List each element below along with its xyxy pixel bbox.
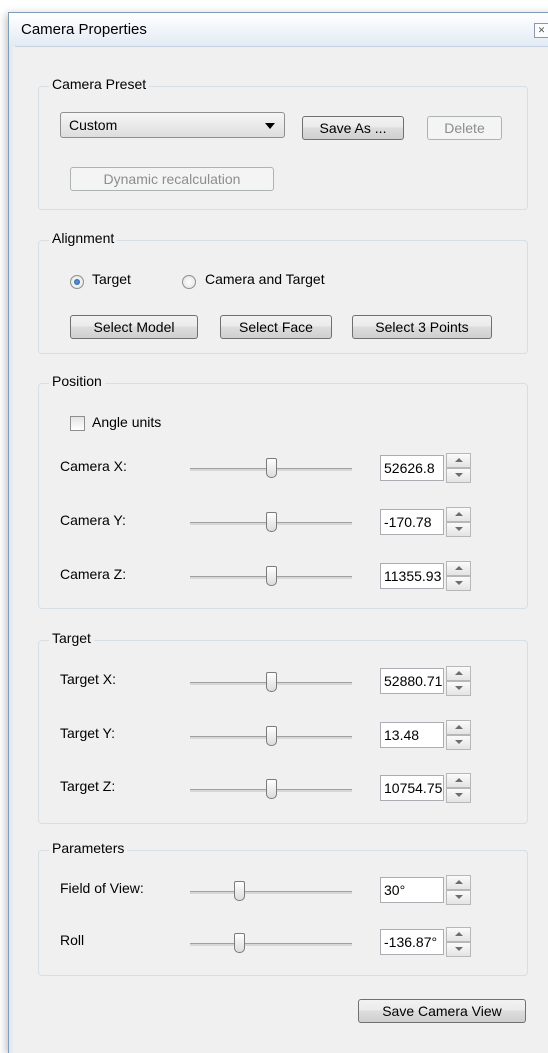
slider-track xyxy=(190,943,352,946)
field-of-view-label: Field of View: xyxy=(60,880,144,896)
camera-x-spinner[interactable] xyxy=(446,453,471,483)
spin-up-icon[interactable] xyxy=(446,507,471,522)
slider-track xyxy=(190,891,352,894)
target-y-slider[interactable] xyxy=(190,726,352,748)
group-label-target: Target xyxy=(49,630,94,646)
select-3-points-button[interactable]: Select 3 Points xyxy=(352,315,492,339)
slider-thumb[interactable] xyxy=(266,779,277,799)
roll-spinner[interactable] xyxy=(446,927,471,957)
spin-up-icon[interactable] xyxy=(446,666,471,681)
target-y-spinner[interactable] xyxy=(446,720,471,750)
camera-x-input[interactable]: 52626.8 xyxy=(380,455,444,481)
dynamic-recalculation-button[interactable]: Dynamic recalculation xyxy=(70,167,274,191)
target-z-spinner[interactable] xyxy=(446,773,471,803)
preset-selected-value: Custom xyxy=(69,117,118,133)
camera-x-slider[interactable] xyxy=(190,458,352,480)
delete-button[interactable]: Delete xyxy=(427,116,502,140)
spin-up-icon[interactable] xyxy=(446,561,471,576)
preset-combobox[interactable]: Custom xyxy=(60,112,285,138)
group-label-position: Position xyxy=(49,373,105,389)
slider-thumb[interactable] xyxy=(266,566,277,586)
target-x-input[interactable]: 52880.71 xyxy=(380,668,444,694)
spin-down-icon[interactable] xyxy=(446,522,471,537)
camera-preset-group: Camera Preset xyxy=(38,76,528,210)
target-z-label: Target Z: xyxy=(60,778,116,794)
field-of-view-slider[interactable] xyxy=(190,881,352,903)
spin-down-icon[interactable] xyxy=(446,681,471,696)
camera-x-label: Camera X: xyxy=(60,458,127,474)
spin-up-icon[interactable] xyxy=(446,927,471,942)
spin-down-icon[interactable] xyxy=(446,942,471,957)
select-model-button[interactable]: Select Model xyxy=(70,315,198,339)
target-y-input[interactable]: 13.48 xyxy=(380,722,444,748)
radio-label-target: Target xyxy=(92,271,131,287)
camera-y-input[interactable]: -170.78 xyxy=(380,509,444,535)
spin-down-icon[interactable] xyxy=(446,788,471,803)
slider-thumb[interactable] xyxy=(233,933,245,953)
group-label-parameters: Parameters xyxy=(49,840,128,856)
spin-up-icon[interactable] xyxy=(446,875,471,890)
window-border xyxy=(9,46,15,1053)
group-label-alignment: Alignment xyxy=(49,230,118,246)
camera-y-spinner[interactable] xyxy=(446,507,471,537)
slider-thumb[interactable] xyxy=(266,458,277,478)
angle-units-label: Angle units xyxy=(92,414,162,430)
chevron-down-icon xyxy=(265,123,275,129)
slider-thumb[interactable] xyxy=(233,881,245,901)
save-as-button[interactable]: Save As ... xyxy=(302,116,404,140)
window-title: Camera Properties xyxy=(21,21,147,38)
select-face-button[interactable]: Select Face xyxy=(220,315,332,339)
spin-up-icon[interactable] xyxy=(446,720,471,735)
roll-slider[interactable] xyxy=(190,933,352,955)
target-x-label: Target X: xyxy=(60,671,117,687)
camera-z-label: Camera Z: xyxy=(60,566,127,582)
target-y-label: Target Y: xyxy=(60,725,116,741)
radio-label-camera-and-target: Camera and Target xyxy=(205,271,325,287)
save-camera-view-button[interactable]: Save Camera View xyxy=(358,999,526,1023)
radio-target[interactable] xyxy=(70,275,84,289)
spin-down-icon[interactable] xyxy=(446,468,471,483)
group-label-camera-preset: Camera Preset xyxy=(49,76,150,92)
target-z-slider[interactable] xyxy=(190,779,352,801)
close-icon[interactable]: ✕ xyxy=(534,23,548,38)
spin-up-icon[interactable] xyxy=(446,773,471,788)
parameters-group: Parameters xyxy=(38,840,528,976)
spin-up-icon[interactable] xyxy=(446,453,471,468)
camera-y-slider[interactable] xyxy=(190,512,352,534)
slider-thumb[interactable] xyxy=(266,672,277,692)
spin-down-icon[interactable] xyxy=(446,576,471,591)
slider-thumb[interactable] xyxy=(266,512,277,532)
spin-down-icon[interactable] xyxy=(446,735,471,750)
slider-thumb[interactable] xyxy=(266,726,277,746)
roll-input[interactable]: -136.87° xyxy=(380,929,444,955)
target-x-spinner[interactable] xyxy=(446,666,471,696)
camera-y-label: Camera Y: xyxy=(60,512,126,528)
angle-units-checkbox[interactable] xyxy=(70,416,85,431)
camera-z-slider[interactable] xyxy=(190,566,352,588)
camera-z-input[interactable]: 11355.93 xyxy=(380,563,444,589)
title-bar[interactable]: Camera Properties ✕ xyxy=(9,13,548,47)
field-of-view-input[interactable]: 30° xyxy=(380,877,444,903)
field-of-view-spinner[interactable] xyxy=(446,875,471,905)
roll-label: Roll xyxy=(60,932,85,948)
target-z-input[interactable]: 10754.75 xyxy=(380,775,444,801)
radio-camera-and-target[interactable] xyxy=(182,275,196,289)
spin-down-icon[interactable] xyxy=(446,890,471,905)
camera-z-spinner[interactable] xyxy=(446,561,471,591)
target-x-slider[interactable] xyxy=(190,672,352,694)
